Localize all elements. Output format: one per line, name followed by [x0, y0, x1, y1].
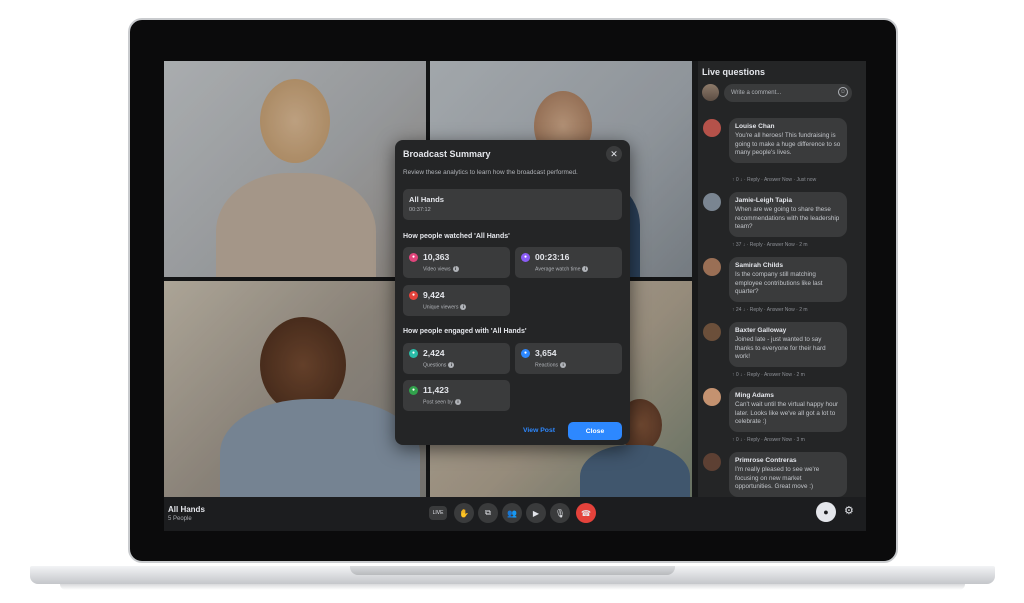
avatar [703, 193, 721, 211]
viewers-icon: ● [409, 291, 418, 300]
stat-value: 00:23:16 [535, 252, 570, 262]
info-icon[interactable]: i [560, 362, 567, 368]
question-author: Samirah Childs [735, 262, 784, 269]
stat-label: Post seen by [423, 399, 453, 406]
question-bubble: Ming Adams Can't wait until the virtual … [729, 387, 847, 432]
live-questions-panel: Live questions Write a comment... ☺ Loui… [698, 61, 866, 497]
stat-reactions: ● 3,654 Reactions i [515, 343, 622, 374]
stat-value: 11,423 [423, 385, 449, 395]
info-icon[interactable]: i [582, 266, 589, 272]
question-author: Primrose Contreras [735, 457, 797, 464]
dialog-title: Broadcast Summary [403, 149, 491, 159]
question-text: When are we going to share these recomme… [735, 206, 840, 231]
question-bubble: Louise Chan You're all heroes! This fund… [729, 118, 847, 163]
broadcast-summary-dialog: Broadcast Summary ✕ Review these analyti… [395, 140, 630, 445]
stat-value: 9,424 [423, 290, 445, 300]
comment-placeholder: Write a comment... [731, 90, 782, 96]
info-icon[interactable]: i [452, 266, 459, 272]
stat-label: Questions [423, 362, 447, 369]
avatar [703, 258, 721, 276]
settings-button[interactable]: ⚙ [844, 504, 854, 517]
raise-hand-button[interactable]: ✋ [454, 503, 474, 523]
chat-bubble-button[interactable]: ● [816, 502, 836, 522]
event-summary-card: All Hands 00:37:12 [403, 189, 622, 220]
camera-button[interactable]: ▶ [526, 503, 546, 523]
question-bubble: Jamie-Leigh Tapia When are we going to s… [729, 192, 847, 237]
question-meta[interactable]: ↑ 37 ↓ · Reply · Answer Now · 2 m [732, 242, 808, 248]
engaged-section-heading: How people engaged with 'All Hands' [403, 328, 527, 335]
question-text: Joined late - just wanted to say thanks … [735, 336, 826, 361]
call-title: All Hands [168, 505, 205, 514]
comment-input[interactable]: Write a comment... ☺ [724, 84, 852, 102]
question-text: Is the company still matching employee c… [735, 271, 823, 296]
event-duration: 00:37:12 [409, 207, 431, 213]
close-button[interactable]: Close [568, 422, 622, 440]
question-author: Jamie-Leigh Tapia [735, 197, 793, 204]
watched-section-heading: How people watched 'All Hands' [403, 233, 510, 240]
stat-value: 10,363 [423, 252, 450, 262]
avatar [703, 119, 721, 137]
stat-label: Unique viewers [423, 304, 459, 311]
stat-questions: ● 2,424 Questions i [403, 343, 510, 374]
question-author: Ming Adams [735, 392, 774, 399]
live-icon: LIVE [432, 510, 444, 516]
end-call-icon: ☎ [581, 508, 591, 518]
clock-icon: ● [521, 253, 530, 262]
avatar [703, 388, 721, 406]
question-meta[interactable]: ↑ 0 ↓ · Reply · Answer Now · Just now [732, 177, 816, 183]
stat-average-watch-time: ● 00:23:16 Average watch time i [515, 247, 622, 278]
question-meta[interactable]: ↑ 24 ↓ · Reply · Answer Now · 2 m [732, 307, 808, 313]
camera-icon: ▶ [532, 508, 540, 518]
info-icon[interactable]: i [460, 304, 467, 310]
close-icon: ✕ [610, 148, 618, 159]
question-author: Louise Chan [735, 123, 775, 130]
laptop-shadow [60, 584, 965, 590]
view-post-link[interactable]: View Post [523, 427, 555, 434]
live-button[interactable]: LIVE [429, 506, 447, 520]
share-screen-button[interactable]: ⧉ [478, 503, 498, 523]
like-icon: ● [521, 349, 530, 358]
question-meta[interactable]: ↑ 0 ↓ · Reply · Answer Now · 3 m [732, 437, 805, 443]
participant-count: 5 People [168, 516, 192, 522]
event-title: All Hands [409, 195, 445, 204]
question-icon: ● [409, 349, 418, 358]
info-icon[interactable]: i [455, 399, 461, 405]
gear-icon: ⚙ [844, 505, 854, 517]
stat-value: 2,424 [423, 348, 445, 358]
dialog-description: Review these analytics to learn how the … [403, 169, 578, 176]
avatar [703, 453, 721, 471]
raise-hand-icon: ✋ [459, 508, 469, 518]
laptop-base-notch [350, 566, 675, 575]
emoji-icon[interactable]: ☺ [838, 87, 848, 97]
stat-label: Average watch time [535, 266, 581, 273]
stat-unique-viewers: ● 9,424 Unique viewers i [403, 285, 510, 316]
avatar [703, 323, 721, 341]
people-button[interactable]: 👥 [502, 503, 522, 523]
question-meta[interactable]: ↑ 0 ↓ · Reply · Answer Now · 2 m [732, 372, 805, 378]
question-author: Baxter Galloway [735, 327, 787, 334]
question-text: You're all heroes! This fundraising is g… [735, 132, 841, 157]
question-bubble: Baxter Galloway Joined late - just wante… [729, 322, 847, 367]
info-icon[interactable]: i [448, 362, 455, 368]
stat-value: 3,654 [535, 348, 557, 358]
question-bubble: Samirah Childs Is the company still matc… [729, 257, 847, 302]
microphone-icon: 🎙 [554, 508, 566, 518]
stat-label: Video views [423, 266, 451, 273]
avatar [702, 84, 719, 101]
panel-title: Live questions [702, 67, 766, 77]
question-bubble: Primrose Contreras I'm really pleased to… [729, 452, 847, 497]
video-views-icon: ● [409, 253, 418, 262]
question-text: I'm really pleased to see we're focusing… [735, 466, 820, 491]
share-screen-icon: ⧉ [485, 508, 491, 517]
chat-bubble-icon: ● [823, 507, 829, 517]
question-text: Can't wait until the virtual happy hour … [735, 401, 839, 426]
stat-label: Reactions [535, 362, 559, 369]
end-call-button[interactable]: ☎ [576, 503, 596, 523]
dialog-close-button[interactable]: ✕ [606, 146, 622, 162]
people-icon: 👥 [507, 508, 517, 518]
eye-icon: ● [409, 386, 418, 395]
stat-post-seen-by: ● 11,423 Post seen by i [403, 380, 510, 411]
microphone-button[interactable]: 🎙 [550, 503, 570, 523]
stat-video-views: ● 10,363 Video views i [403, 247, 510, 278]
